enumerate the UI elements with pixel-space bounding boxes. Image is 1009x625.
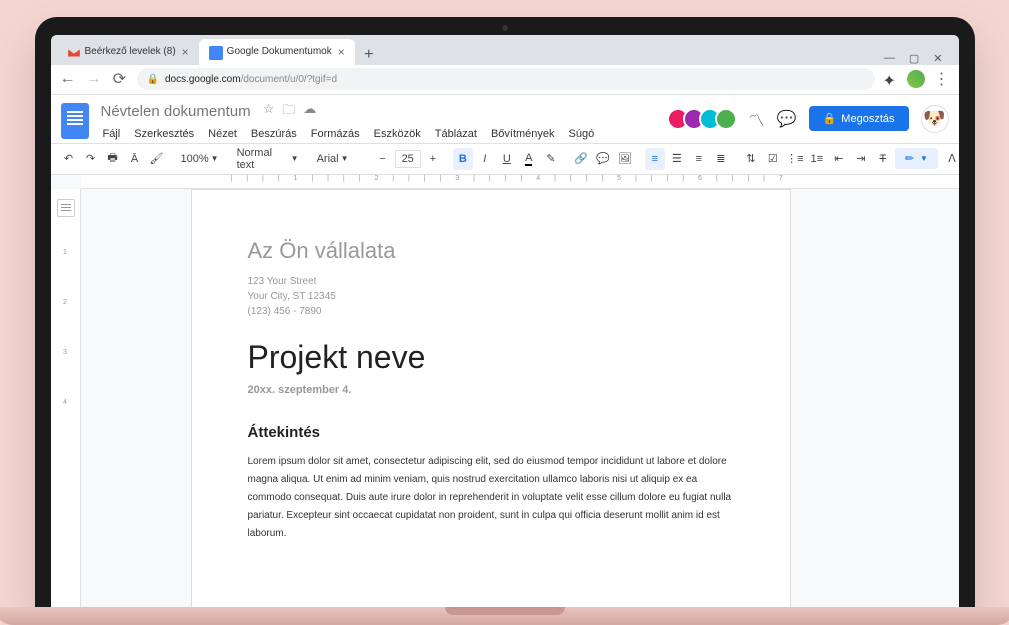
header-right: 〽 💬 🔒 Megosztás 🐶	[673, 101, 949, 133]
forward-button[interactable]: →	[85, 70, 103, 88]
collapse-toolbar-button[interactable]: ᐱ	[942, 148, 959, 170]
bullet-list-button[interactable]: ⋮≡	[785, 148, 805, 170]
back-button[interactable]: ←	[59, 70, 77, 88]
account-avatar[interactable]: 🐶	[921, 105, 949, 133]
font-size-decrease[interactable]: −	[373, 148, 393, 170]
paint-format-button[interactable]: 🖌	[147, 148, 167, 170]
menu-bar: Fájl Szerkesztés Nézet Beszúrás Formázás…	[97, 125, 665, 143]
browser-tab-docs[interactable]: Google Dokumentumok ×	[199, 39, 355, 65]
menu-tools[interactable]: Eszközök	[368, 125, 427, 143]
print-button[interactable]: 🖶	[103, 148, 123, 170]
menu-view[interactable]: Nézet	[202, 125, 243, 143]
overview-heading[interactable]: Áttekintés	[248, 424, 734, 441]
menu-help[interactable]: Súgó	[563, 125, 601, 143]
project-date[interactable]: 20xx. szeptember 4.	[248, 384, 734, 396]
vertical-ruler[interactable]: 1 2 3 4	[51, 189, 81, 607]
close-button[interactable]: ✕	[933, 52, 942, 65]
docs-icon	[209, 46, 221, 58]
indent-increase-button[interactable]: ⇥	[851, 148, 871, 170]
share-button[interactable]: 🔒 Megosztás	[809, 106, 909, 131]
lock-icon: 🔒	[147, 74, 159, 85]
address-bar: ← → ⟳ 🔒 docs.google.com/document/u/0/?tg…	[51, 65, 959, 95]
bold-button[interactable]: B	[453, 148, 473, 170]
browser-tab-strip: Beérkező levelek (8) × Google Dokumentum…	[51, 35, 959, 65]
menu-icon[interactable]: ⋮	[933, 70, 951, 88]
redo-button[interactable]: ↷	[81, 148, 101, 170]
title-area: Névtelen dokumentum ☆ 🗀 ☁ Fájl Szerkeszt…	[97, 101, 665, 143]
extensions-icon[interactable]: ✦	[883, 71, 899, 87]
profile-icon[interactable]	[907, 70, 925, 88]
style-select[interactable]: Normal text▼	[233, 148, 303, 170]
maximize-button[interactable]: ▢	[909, 52, 919, 65]
undo-button[interactable]: ↶	[59, 148, 79, 170]
canvas: 1 2 3 4 Az Ön vállalata 123 Your Street …	[51, 175, 959, 607]
indent-decrease-button[interactable]: ⇤	[829, 148, 849, 170]
font-select[interactable]: Arial▼	[313, 148, 363, 170]
laptop-frame: Beérkező levelek (8) × Google Dokumentum…	[35, 17, 975, 607]
close-icon[interactable]: ×	[338, 45, 345, 59]
activity-icon[interactable]: 〽	[749, 107, 765, 131]
zoom-select[interactable]: 100%▼	[177, 148, 223, 170]
browser-tab-gmail[interactable]: Beérkező levelek (8) ×	[57, 39, 199, 65]
comment-button[interactable]: 💬	[593, 148, 613, 170]
url-input[interactable]: 🔒 docs.google.com/document/u/0/?tgif=d	[137, 68, 875, 90]
outline-toggle-button[interactable]	[57, 199, 75, 217]
menu-edit[interactable]: Szerkesztés	[128, 125, 200, 143]
document-title[interactable]: Névtelen dokumentum	[97, 101, 255, 122]
menu-table[interactable]: Táblázat	[429, 125, 483, 143]
docs-header: Névtelen dokumentum ☆ 🗀 ☁ Fájl Szerkeszt…	[51, 95, 959, 143]
minimize-button[interactable]: —	[884, 52, 895, 65]
avatar[interactable]	[715, 108, 737, 130]
menu-file[interactable]: Fájl	[97, 125, 127, 143]
horizontal-ruler[interactable]	[81, 175, 959, 189]
spellcheck-button[interactable]: Ā	[125, 148, 145, 170]
lock-icon: 🔒	[823, 112, 837, 125]
underline-button[interactable]: U	[497, 148, 517, 170]
line-spacing-button[interactable]: ⇅	[741, 148, 761, 170]
tab-label: Beérkező levelek (8)	[85, 46, 176, 57]
star-icon[interactable]: ☆	[263, 101, 275, 123]
close-icon[interactable]: ×	[182, 45, 189, 59]
body-paragraph[interactable]: Lorem ipsum dolor sit amet, consectetur …	[248, 453, 734, 543]
comments-icon[interactable]: 💬	[777, 109, 797, 129]
menu-format[interactable]: Formázás	[305, 125, 366, 143]
screen: Beérkező levelek (8) × Google Dokumentum…	[51, 35, 959, 607]
align-right-button[interactable]: ≡	[689, 148, 709, 170]
font-size-increase[interactable]: +	[423, 148, 443, 170]
toolbar: ↶ ↷ 🖶 Ā 🖌 100%▼ Normal text▼ Arial▼ − 25…	[51, 143, 959, 175]
menu-addons[interactable]: Bővítmények	[485, 125, 561, 143]
collaborator-avatars[interactable]	[673, 108, 737, 130]
move-icon[interactable]: 🗀	[282, 101, 295, 123]
new-tab-button[interactable]: +	[359, 45, 379, 65]
camera-dot	[502, 25, 508, 31]
docs-logo-icon[interactable]	[61, 103, 89, 139]
project-title[interactable]: Projekt neve	[248, 339, 734, 376]
gmail-icon	[67, 46, 79, 58]
align-justify-button[interactable]: ≣	[711, 148, 731, 170]
url-text: docs.google.com/document/u/0/?tgif=d	[165, 74, 337, 85]
address-block[interactable]: 123 Your Street Your City, ST 12345 (123…	[248, 274, 734, 319]
highlight-button[interactable]: ✎	[541, 148, 561, 170]
checklist-button[interactable]: ☑	[763, 148, 783, 170]
menu-insert[interactable]: Beszúrás	[245, 125, 303, 143]
link-button[interactable]: 🔗	[571, 148, 591, 170]
window-controls: — ▢ ✕	[874, 52, 953, 65]
align-center-button[interactable]: ☰	[667, 148, 687, 170]
align-left-button[interactable]: ≡	[645, 148, 665, 170]
editing-mode-button[interactable]: ✏▼	[895, 148, 938, 169]
cloud-icon[interactable]: ☁	[303, 101, 316, 123]
text-color-button[interactable]: A	[519, 148, 539, 170]
company-heading[interactable]: Az Ön vállalata	[248, 238, 734, 264]
document-page[interactable]: Az Ön vállalata 123 Your Street Your Cit…	[191, 189, 791, 607]
font-size-input[interactable]: 25	[395, 150, 421, 168]
numbered-list-button[interactable]: 1≡	[807, 148, 827, 170]
reload-button[interactable]: ⟳	[111, 70, 129, 88]
tab-label: Google Dokumentumok	[227, 46, 332, 57]
clear-format-button[interactable]: T	[873, 148, 893, 170]
laptop-base	[0, 607, 1009, 625]
italic-button[interactable]: I	[475, 148, 495, 170]
image-button[interactable]: 🖼	[615, 148, 635, 170]
